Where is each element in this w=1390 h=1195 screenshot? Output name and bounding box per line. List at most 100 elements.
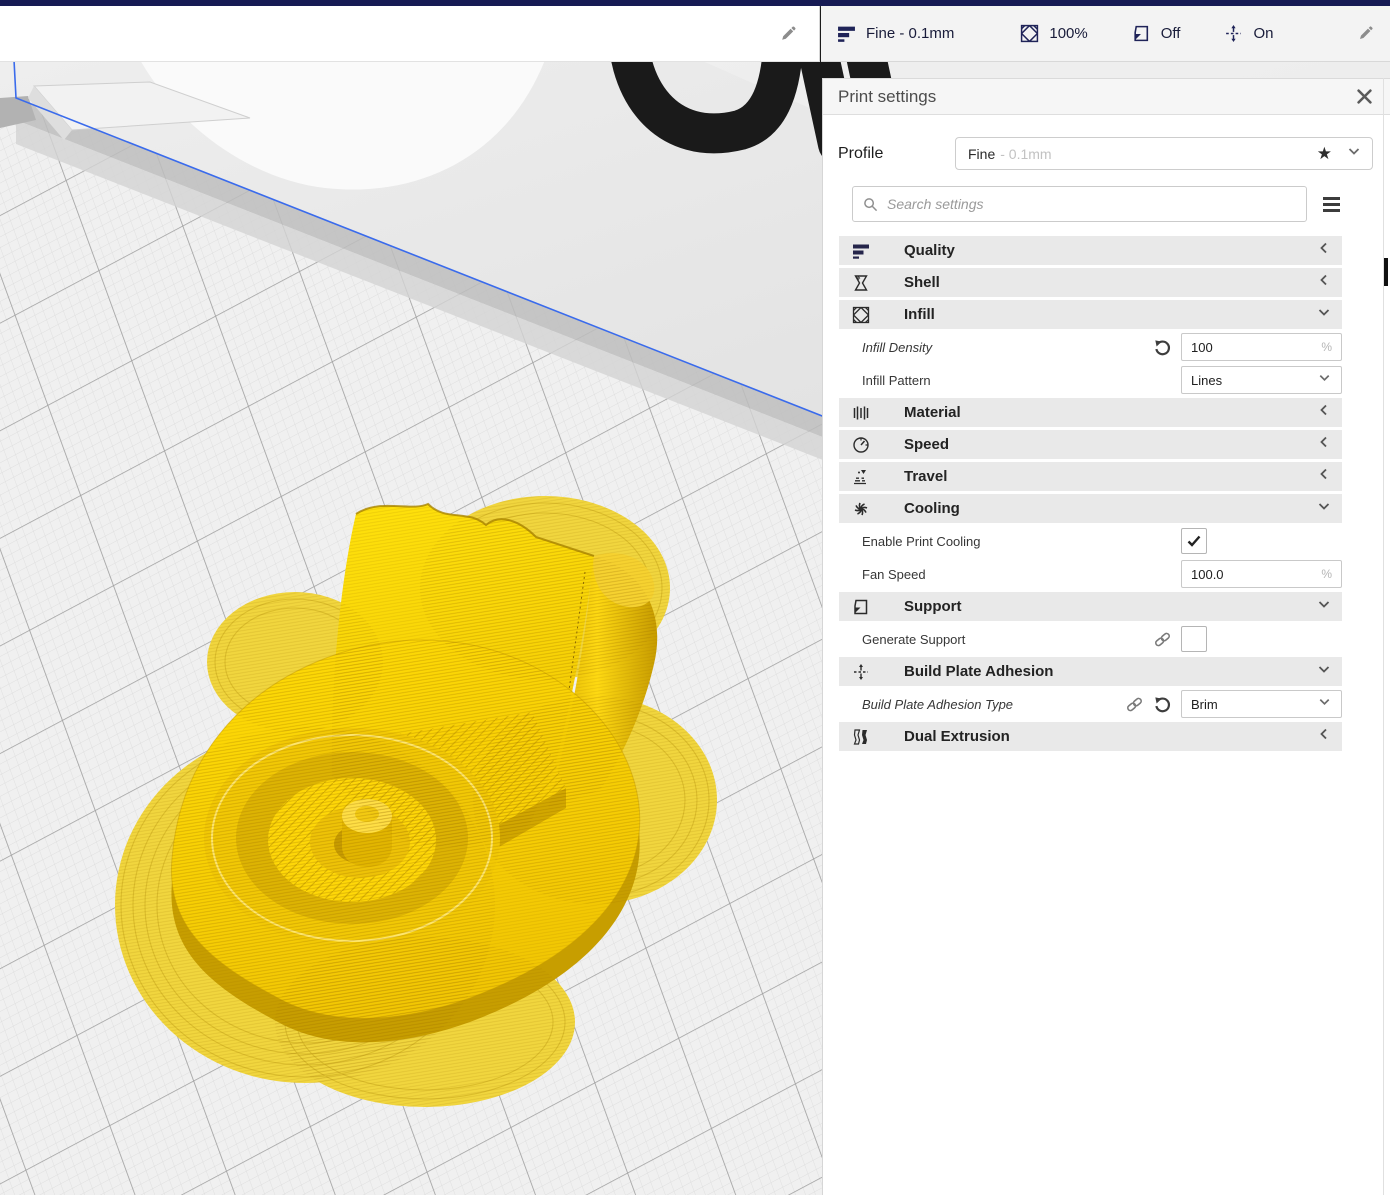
edit-pencil-icon[interactable] [779,25,797,43]
category-label: Support [904,598,962,615]
setting-label: Generate Support [862,632,965,647]
link-icon [1153,630,1172,649]
shell-icon [851,274,871,292]
panel-scroll-track [1383,78,1384,1195]
category-dual-extrusion[interactable]: Dual Extrusion [839,722,1342,751]
category-quality[interactable]: Quality [839,236,1342,265]
setting-label: Build Plate Adhesion Type [862,697,1013,712]
setting-fan-speed: Fan Speed 100.0 % [839,559,1342,589]
layers-icon [851,242,871,260]
profile-row: Profile Fine - 0.1mm ★ [823,115,1390,170]
page-title: Print settings [838,87,936,107]
adhesion-icon [1224,24,1243,43]
summary-adhesion-text: On [1253,25,1273,42]
chevron-down-icon [1316,596,1332,617]
travel-icon [851,468,871,486]
setting-infill-pattern: Infill Pattern Lines [839,365,1342,395]
star-icon[interactable]: ★ [1317,145,1332,162]
category-label: Material [904,404,961,421]
search-row [823,170,1390,222]
profile-label: Profile [838,145,955,163]
link-icon [1125,695,1144,714]
category-label: Build Plate Adhesion [904,663,1053,680]
chevron-left-icon [1316,466,1332,487]
edit-pencil-icon[interactable] [1357,25,1374,42]
chevron-down-icon [1346,143,1362,164]
category-label: Speed [904,436,949,453]
category-speed[interactable]: Speed [839,430,1342,459]
category-build-plate-adhesion[interactable]: Build Plate Adhesion [839,657,1342,686]
search-input[interactable] [885,195,1296,213]
dual-extrusion-icon [851,728,871,746]
chevron-left-icon [1316,402,1332,423]
category-label: Dual Extrusion [904,728,1010,745]
category-cooling[interactable]: Cooling [839,494,1342,523]
setting-infill-density: Infill Density 100 % [839,332,1342,362]
chevron-left-icon [1316,726,1332,747]
fan-speed-input[interactable]: 100.0 % [1181,560,1342,588]
chevron-down-icon [1317,694,1332,714]
adhesion-icon [851,663,871,681]
infill-pattern-dropdown[interactable]: Lines [1181,366,1342,394]
toolbar-left [0,6,820,62]
layers-icon [837,24,856,43]
summary-adhesion[interactable]: On [1224,24,1273,43]
close-icon[interactable] [1357,89,1372,104]
infill-icon [851,306,871,324]
setting-build-plate-adhesion-type: Build Plate Adhesion Type Brim [839,689,1342,719]
summary-support-text: Off [1161,25,1181,42]
scrollbar-thumb[interactable] [1384,258,1388,286]
setting-label: Fan Speed [862,567,926,582]
chevron-left-icon [1316,434,1332,455]
summary-profile[interactable]: Fine - 0.1mm [837,24,954,43]
category-label: Travel [904,468,947,485]
speed-icon [851,436,871,454]
cooling-icon [851,500,871,518]
setting-generate-support: Generate Support [839,624,1342,654]
support-icon [1132,24,1151,43]
material-icon [851,404,871,422]
category-material[interactable]: Material [839,398,1342,427]
print-setup-summary[interactable]: Fine - 0.1mm 100% Off On [821,6,1390,62]
summary-support[interactable]: Off [1132,24,1181,43]
search-icon [863,197,878,212]
summary-infill-text: 100% [1049,25,1087,42]
category-support[interactable]: Support [839,592,1342,621]
category-infill[interactable]: Infill [839,300,1342,329]
category-label: Cooling [904,500,960,517]
checkmark-icon [1186,533,1202,549]
settings-category-list: Quality Shell Infill Inf [823,222,1390,751]
enable-cooling-checkbox[interactable] [1181,528,1207,554]
category-label: Infill [904,306,935,323]
chevron-left-icon [1316,272,1332,293]
setting-label: Infill Pattern [862,373,931,388]
profile-value: Fine [968,146,995,162]
reset-icon[interactable] [1153,695,1172,714]
category-label: Shell [904,274,940,291]
search-box[interactable] [852,186,1307,222]
print-settings-panel: Print settings Profile Fine - 0.1mm ★ [822,78,1390,1195]
summary-infill[interactable]: 100% [1020,24,1087,43]
infill-density-input[interactable]: 100 % [1181,333,1342,361]
adhesion-type-dropdown[interactable]: Brim [1181,690,1342,718]
profile-suffix: - 0.1mm [1000,146,1051,162]
summary-profile-text: Fine - 0.1mm [866,25,954,42]
category-label: Quality [904,242,955,259]
top-navy-bar [0,0,1390,6]
support-icon [851,598,871,616]
category-shell[interactable]: Shell [839,268,1342,297]
category-travel[interactable]: Travel [839,462,1342,491]
setting-label: Infill Density [862,340,932,355]
chevron-down-icon [1317,370,1332,390]
reset-icon[interactable] [1153,338,1172,357]
chevron-left-icon [1316,240,1332,261]
panel-header: Print settings [823,79,1390,115]
chevron-down-icon [1316,304,1332,325]
chevron-down-icon [1316,661,1332,682]
profile-dropdown[interactable]: Fine - 0.1mm ★ [955,137,1373,170]
setting-label: Enable Print Cooling [862,534,981,549]
setting-enable-print-cooling: Enable Print Cooling [839,526,1342,556]
chevron-down-icon [1316,498,1332,519]
menu-icon[interactable] [1323,197,1340,212]
generate-support-checkbox[interactable] [1181,626,1207,652]
